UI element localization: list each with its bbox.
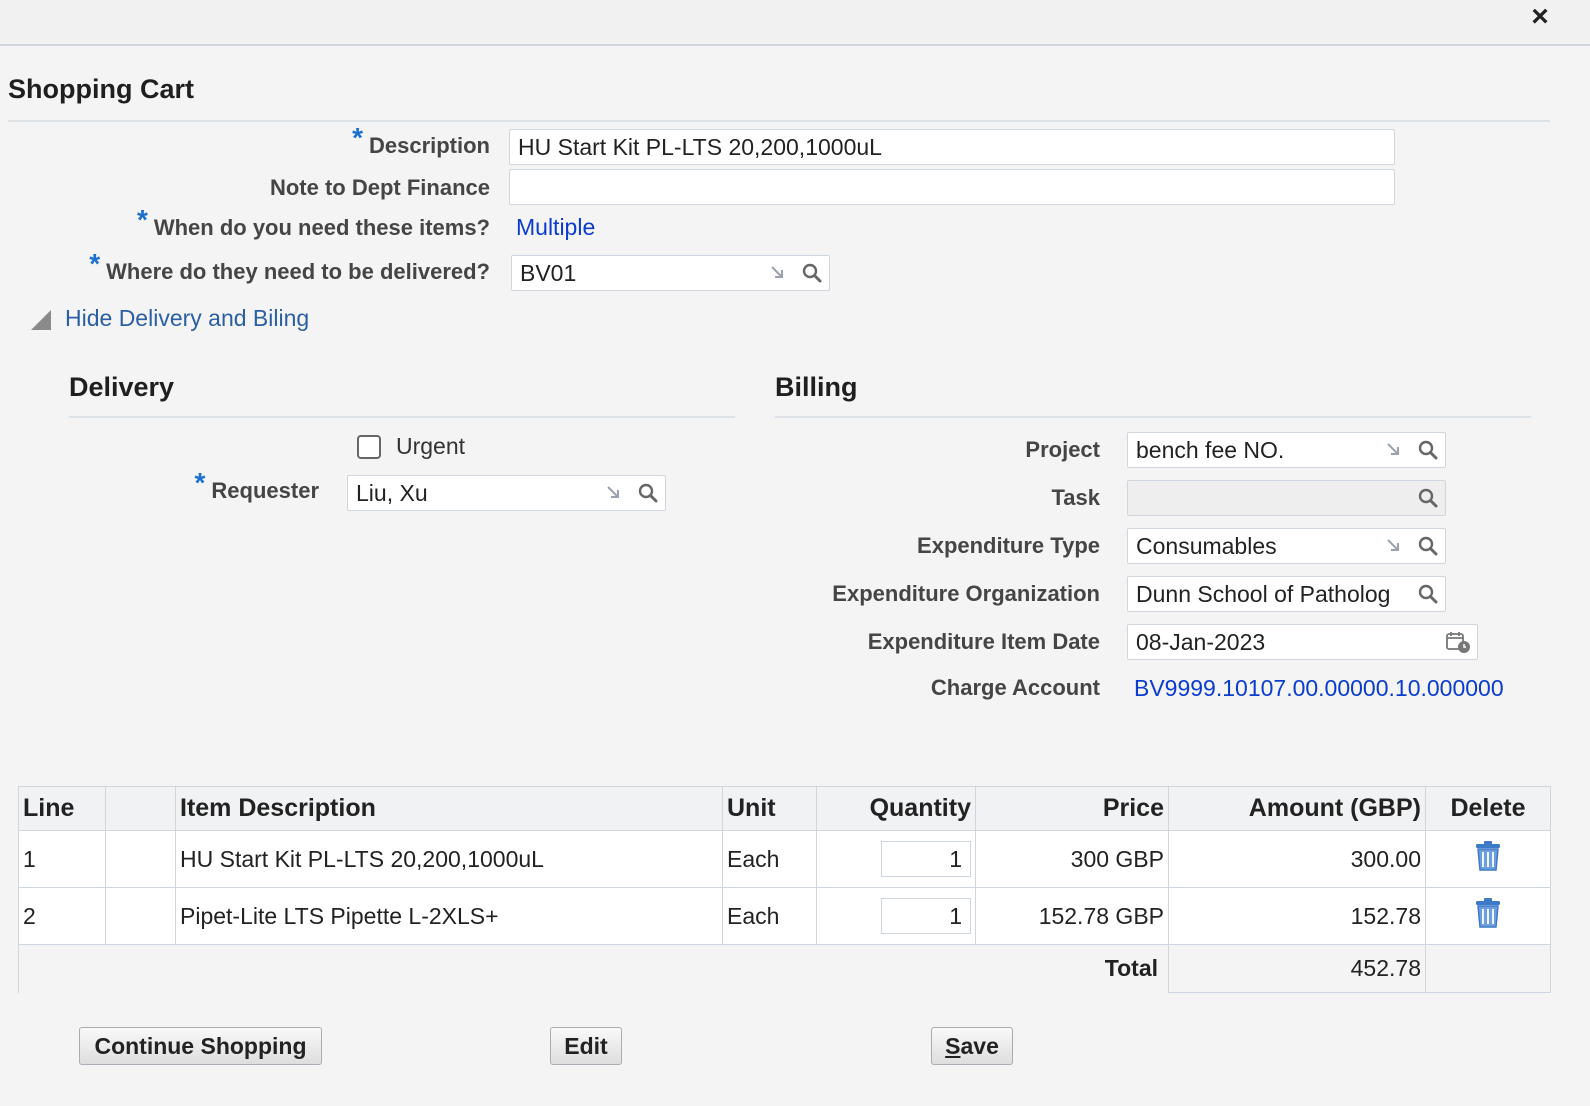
- col-header-blank: [105, 786, 176, 831]
- description-field[interactable]: HU Start Kit PL-LTS 20,200,1000uL: [509, 129, 1395, 165]
- cell-amount: 300.00: [1168, 830, 1426, 888]
- delivery-title: Delivery: [69, 372, 175, 402]
- required-marker: *: [352, 122, 363, 153]
- need-by-label: * When do you need these items?: [136, 204, 490, 240]
- cell-item-description: Pipet-Lite LTS Pipette L-2XLS+: [175, 887, 723, 945]
- col-header-quantity[interactable]: Quantity: [816, 786, 976, 831]
- close-icon[interactable]: ×: [1524, 0, 1556, 34]
- search-icon[interactable]: [637, 482, 659, 504]
- cell-delete: [1425, 887, 1551, 945]
- charge-account-label: Charge Account: [930, 675, 1100, 700]
- expenditure-type-label: Expenditure Type: [917, 533, 1100, 558]
- edit-button[interactable]: Edit: [550, 1027, 622, 1065]
- resize-arrow-icon[interactable]: [769, 264, 787, 282]
- search-icon[interactable]: [1417, 439, 1439, 461]
- search-icon[interactable]: [1417, 487, 1439, 509]
- title-divider: [8, 120, 1550, 122]
- continue-shopping-button[interactable]: Continue Shopping: [79, 1027, 322, 1065]
- billing-divider: [775, 416, 1531, 418]
- task-field[interactable]: [1127, 480, 1446, 516]
- deliver-to-label: * Where do they need to be delivered?: [89, 248, 490, 284]
- search-icon[interactable]: [1417, 535, 1439, 557]
- project-label: Project: [1025, 437, 1100, 462]
- cell-quantity: 1: [816, 887, 976, 945]
- project-field[interactable]: bench fee NO.: [1127, 432, 1446, 468]
- trash-icon[interactable]: [1474, 840, 1502, 872]
- charge-account-link[interactable]: BV9999.10107.00.00000.10.000000: [1134, 675, 1504, 702]
- requester-field[interactable]: Liu, Xu: [347, 475, 666, 511]
- col-header-amount[interactable]: Amount (GBP): [1168, 786, 1426, 831]
- dialog-titlebar: [0, 0, 1590, 46]
- cell-price: 300 GBP: [975, 830, 1169, 888]
- cell-delete: [1425, 830, 1551, 888]
- cell-item-description: HU Start Kit PL-LTS 20,200,1000uL: [175, 830, 723, 888]
- total-spacer: [18, 944, 976, 993]
- urgent-checkbox[interactable]: [357, 435, 381, 459]
- expenditure-org-field[interactable]: Dunn School of Patholog: [1127, 576, 1446, 612]
- quantity-input[interactable]: 1: [881, 841, 971, 877]
- resize-arrow-icon[interactable]: [605, 484, 623, 502]
- total-value: 452.78: [1168, 944, 1426, 993]
- required-marker: *: [136, 204, 148, 235]
- cart-table: Line Item Description Unit Quantity Pric…: [18, 786, 1551, 993]
- expenditure-date-label: Expenditure Item Date: [867, 629, 1100, 654]
- table-row: 1 HU Start Kit PL-LTS 20,200,1000uL Each…: [18, 830, 1551, 888]
- cell-line: 2: [18, 887, 106, 945]
- note-field[interactable]: [509, 169, 1395, 205]
- cell-price: 152.78 GBP: [975, 887, 1169, 945]
- billing-title: Billing: [775, 372, 858, 402]
- table-row: 2 Pipet-Lite LTS Pipette L-2XLS+ Each 1 …: [18, 887, 1551, 945]
- cell-blank: [105, 887, 176, 945]
- cell-amount: 152.78: [1168, 887, 1426, 945]
- resize-arrow-icon[interactable]: [1385, 441, 1403, 459]
- col-header-price[interactable]: Price: [975, 786, 1169, 831]
- col-header-unit[interactable]: Unit: [722, 786, 817, 831]
- table-header-row: Line Item Description Unit Quantity Pric…: [18, 786, 1551, 831]
- cell-line: 1: [18, 830, 106, 888]
- col-header-line[interactable]: Line: [18, 786, 106, 831]
- cell-blank: [105, 830, 176, 888]
- search-icon[interactable]: [801, 262, 823, 284]
- required-marker: *: [89, 248, 101, 279]
- collapse-triangle-icon[interactable]: [29, 308, 53, 332]
- trash-icon[interactable]: [1474, 897, 1502, 929]
- col-header-item[interactable]: Item Description: [175, 786, 723, 831]
- cell-unit: Each: [722, 887, 817, 945]
- total-label: Total: [975, 944, 1169, 993]
- page-title: Shopping Cart: [8, 74, 194, 104]
- required-marker: *: [194, 467, 206, 498]
- expenditure-org-label: Expenditure Organization: [832, 581, 1100, 606]
- col-header-delete: Delete: [1425, 786, 1551, 831]
- urgent-label: Urgent: [396, 433, 466, 459]
- cell-quantity: 1: [816, 830, 976, 888]
- expenditure-type-field[interactable]: Consumables: [1127, 528, 1446, 564]
- total-row: Total 452.78: [18, 944, 1551, 993]
- delivery-divider: [69, 416, 735, 418]
- requester-label: * Requester: [194, 467, 320, 503]
- resize-arrow-icon[interactable]: [1385, 537, 1403, 555]
- quantity-input[interactable]: 1: [881, 898, 971, 934]
- deliver-to-field[interactable]: BV01: [511, 255, 830, 291]
- need-by-multiple-link[interactable]: Multiple: [516, 214, 595, 241]
- calendar-icon[interactable]: [1445, 630, 1471, 654]
- search-icon[interactable]: [1417, 583, 1439, 605]
- hide-delivery-billing-link[interactable]: Hide Delivery and Biling: [65, 305, 309, 332]
- cell-unit: Each: [722, 830, 817, 888]
- expenditure-date-field[interactable]: 08-Jan-2023: [1127, 624, 1478, 660]
- total-empty: [1425, 944, 1551, 993]
- note-label: Note to Dept Finance: [269, 175, 490, 200]
- save-button[interactable]: Save: [931, 1027, 1013, 1065]
- task-label: Task: [1051, 485, 1100, 510]
- description-label: * Description: [352, 122, 490, 158]
